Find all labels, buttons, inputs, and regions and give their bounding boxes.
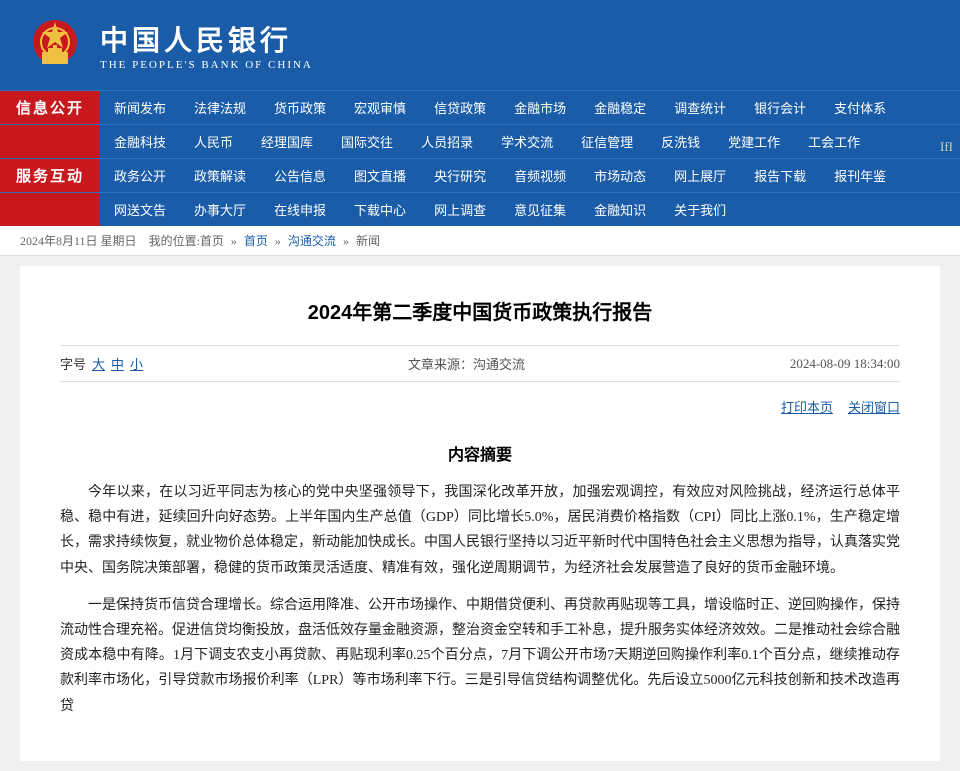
close-button[interactable]: 关闭窗口 (848, 397, 900, 416)
nav-baok-nianjian[interactable]: 报刊年鉴 (820, 159, 900, 192)
nav-baogao-xiazai[interactable]: 报告下载 (740, 159, 820, 192)
breadcrumb-link-section[interactable]: 沟通交流 (288, 234, 336, 248)
nav-zhifu[interactable]: 支付体系 (820, 91, 900, 124)
font-size-control: 字号 大 中 小 (60, 354, 143, 373)
article-body: 今年以来，在以习近平同志为核心的党中央坚强领导下，我国深化改革开放，加强宏观调控… (60, 480, 900, 719)
nav-items-row1: 新闻发布 法律法规 货币政策 宏观审慎 信贷政策 金融市场 金融稳定 调查统计 … (100, 91, 960, 124)
navigation: 信息公开 新闻发布 法律法规 货币政策 宏观审慎 信贷政策 金融市场 金融稳定 … (0, 90, 960, 226)
nav-items-row2: 金融科技 人民币 经理国库 国际交往 人员招录 学术交流 征信管理 反洗钱 党建… (100, 125, 960, 158)
nav-yinhang-kuaiji[interactable]: 银行会计 (740, 91, 820, 124)
logo-text: 中国人民银行 THE PEOPLE'S BANK OF CHINA (100, 19, 313, 71)
section-title: 内容摘要 (60, 441, 900, 465)
font-label: 字号 (60, 354, 86, 373)
nav-xindai[interactable]: 信贷政策 (420, 91, 500, 124)
logo-container: 中国人民银行 THE PEOPLE'S BANK OF CHINA (20, 10, 313, 80)
nav-wangsong[interactable]: 网送文告 (100, 193, 180, 226)
nav-items-row4: 网送文告 办事大厅 在线申报 下载中心 网上调查 意见征集 金融知识 关于我们 (100, 193, 960, 226)
nav-zhengxin[interactable]: 征信管理 (567, 125, 647, 158)
nav-jinrong-zhishi[interactable]: 金融知识 (580, 193, 660, 226)
font-large-btn[interactable]: 大 (92, 354, 105, 373)
pboc-logo-icon (20, 10, 90, 80)
nav-row-4: 网送文告 办事大厅 在线申报 下载中心 网上调查 意见征集 金融知识 关于我们 (0, 192, 960, 226)
nav-guoji[interactable]: 国际交往 (327, 125, 407, 158)
paragraph-1: 今年以来，在以习近平同志为核心的党中央坚强领导下，我国深化改革开放，加强宏观调控… (60, 480, 900, 581)
nav-falv[interactable]: 法律法规 (180, 91, 260, 124)
nav-tuwen[interactable]: 图文直播 (340, 159, 420, 192)
nav-xiazai-zhongxin[interactable]: 下载中心 (340, 193, 420, 226)
nav-jingli-guoku[interactable]: 经理国库 (247, 125, 327, 158)
nav-renyuan[interactable]: 人员招录 (407, 125, 487, 158)
nav-items-row3: 政务公开 政策解读 公告信息 图文直播 央行研究 音频视频 市场动态 网上展厅 … (100, 159, 960, 192)
nav-row-2: 金融科技 人民币 经理国库 国际交往 人员招录 学术交流 征信管理 反洗钱 党建… (0, 124, 960, 158)
nav-guanyu[interactable]: 关于我们 (660, 193, 740, 226)
article-source: 文章来源：沟通交流 (408, 354, 525, 373)
nav-left-2 (0, 125, 100, 158)
nav-gonghui[interactable]: 工会工作 (794, 125, 874, 158)
nav-zaixian-shenbao[interactable]: 在线申报 (260, 193, 340, 226)
nav-fanziqian[interactable]: 反洗钱 (647, 125, 714, 158)
nav-row-3: 服务互动 政务公开 政策解读 公告信息 图文直播 央行研究 音频视频 市场动态 … (0, 158, 960, 192)
font-medium-btn[interactable]: 中 (111, 354, 124, 373)
nav-huobi[interactable]: 货币政策 (260, 91, 340, 124)
nav-wangshang-zanting[interactable]: 网上展厅 (660, 159, 740, 192)
article-actions: 打印本页 关闭窗口 (60, 392, 900, 421)
print-button[interactable]: 打印本页 (781, 397, 833, 416)
nav-hongguan[interactable]: 宏观审慎 (340, 91, 420, 124)
source-value: 沟通交流 (473, 357, 525, 372)
nav-zhengce-jiedu[interactable]: 政策解读 (180, 159, 260, 192)
nav-left-service: 服务互动 (0, 159, 100, 192)
breadcrumb-date: 2024年8月11日 星期日 (20, 234, 137, 248)
nav-jinrong-wending[interactable]: 金融稳定 (580, 91, 660, 124)
nav-jinrong-shichang[interactable]: 金融市场 (500, 91, 580, 124)
nav-yijian[interactable]: 意见征集 (500, 193, 580, 226)
nav-gonggao[interactable]: 公告信息 (260, 159, 340, 192)
logo-english: THE PEOPLE'S BANK OF CHINA (100, 59, 313, 71)
breadcrumb-bar: 2024年8月11日 星期日 我的位置:首页 » 首页 » 沟通交流 » 新闻 (0, 226, 960, 256)
nav-xinwen[interactable]: 新闻发布 (100, 91, 180, 124)
font-small-btn[interactable]: 小 (130, 354, 143, 373)
top-right-label: IfI (940, 139, 953, 155)
main-content: 2024年第二季度中国货币政策执行报告 字号 大 中 小 文章来源：沟通交流 2… (20, 266, 940, 761)
breadcrumb-link-home[interactable]: 首页 (244, 234, 268, 248)
nav-diaocha[interactable]: 调查统计 (660, 91, 740, 124)
nav-wangshang-diaocha[interactable]: 网上调查 (420, 193, 500, 226)
logo-chinese: 中国人民银行 (100, 19, 313, 59)
nav-shichang-dongtai[interactable]: 市场动态 (580, 159, 660, 192)
nav-zhengwu[interactable]: 政务公开 (100, 159, 180, 192)
breadcrumb-position: 我的位置:首页 (149, 234, 224, 248)
nav-left-info: 信息公开 (0, 91, 100, 124)
breadcrumb-current: 新闻 (356, 234, 380, 248)
nav-jinrong-keji[interactable]: 金融科技 (100, 125, 180, 158)
header: 中国人民银行 THE PEOPLE'S BANK OF CHINA (0, 0, 960, 90)
nav-renminbi[interactable]: 人民币 (180, 125, 247, 158)
article-date: 2024-08-09 18:34:00 (790, 356, 900, 372)
source-label: 文章来源： (408, 357, 473, 372)
nav-dangjian[interactable]: 党建工作 (714, 125, 794, 158)
paragraph-2: 一是保持货币信贷合理增长。综合运用降准、公开市场操作、中期借贷便利、再贷款再贴现… (60, 593, 900, 719)
nav-xueshu[interactable]: 学术交流 (487, 125, 567, 158)
article-title: 2024年第二季度中国货币政策执行报告 (60, 296, 900, 325)
nav-yinhang-yanjiu[interactable]: 央行研究 (420, 159, 500, 192)
nav-left-4 (0, 193, 100, 226)
nav-row-1: 信息公开 新闻发布 法律法规 货币政策 宏观审慎 信贷政策 金融市场 金融稳定 … (0, 90, 960, 124)
article-meta: 字号 大 中 小 文章来源：沟通交流 2024-08-09 18:34:00 (60, 345, 900, 382)
nav-banshi[interactable]: 办事大厅 (180, 193, 260, 226)
nav-yinpin[interactable]: 音频视频 (500, 159, 580, 192)
